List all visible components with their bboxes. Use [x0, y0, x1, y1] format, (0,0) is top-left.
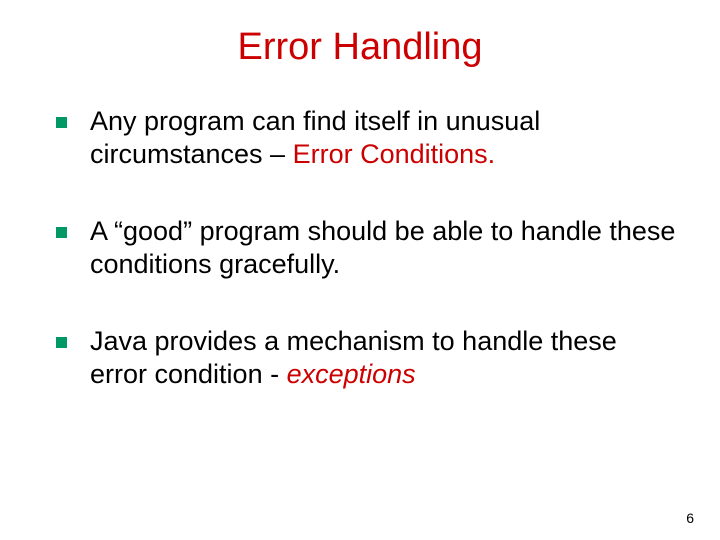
page-number: 6	[686, 510, 694, 526]
slide: Error Handling Any program can find itse…	[0, 0, 720, 540]
list-item: Java provides a mechanism to handle thes…	[48, 325, 680, 391]
bullet-text: A “good” program should be able to handl…	[90, 216, 675, 279]
bullet-list: Any program can find itself in unusual c…	[40, 105, 680, 391]
list-item: Any program can find itself in unusual c…	[48, 105, 680, 171]
emphasis-text: Error Conditions.	[293, 139, 496, 169]
slide-title: Error Handling	[40, 26, 680, 69]
list-item: A “good” program should be able to handl…	[48, 215, 680, 281]
italic-emphasis-text: exceptions	[287, 359, 416, 389]
